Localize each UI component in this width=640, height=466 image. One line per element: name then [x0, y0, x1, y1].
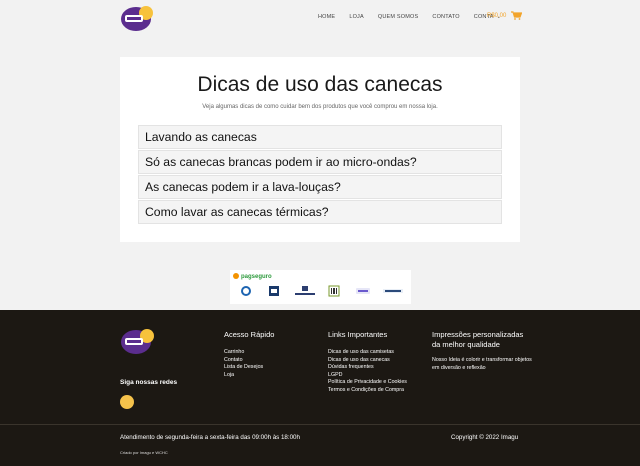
pagseguro-logo: pagseguro [233, 273, 272, 280]
accordion-item[interactable]: Só as canecas brancas podem ir ao micro-… [138, 150, 502, 174]
business-hours: Atendimento de segunda-feira a sexta-fei… [120, 434, 300, 441]
nav-home[interactable]: Home [318, 14, 335, 20]
footer-link[interactable]: LGPD [328, 372, 407, 380]
payment-methods: pagseguro [230, 270, 411, 304]
card-logo [269, 286, 279, 296]
footer-about: Impressões personalizadas da melhor qual… [432, 330, 532, 372]
page-subtitle: Veja algumas dicas de como cuidar bem do… [202, 104, 438, 110]
footer-logo[interactable] [120, 326, 155, 355]
pagseguro-label: pagseguro [241, 274, 272, 280]
footer-col-title: Links Importantes [328, 330, 388, 339]
follow-heading: Siga nossas redes [120, 379, 178, 386]
site-header: Home Loja Quem Somos Contato Conta ⌄ R$0,… [0, 0, 640, 38]
footer-link[interactable]: Política de Privacidade e Cookies [328, 379, 407, 387]
copyright: Copyright © 2022 Imagu [451, 434, 519, 441]
footer-quick-access: Acesso Rápido Carrinho Contato Lista de … [224, 330, 274, 379]
accordion-item[interactable]: Como lavar as canecas térmicas? [138, 200, 502, 224]
cart-total[interactable]: R$0,00 [487, 13, 506, 19]
footer-link[interactable]: Carrinho [224, 349, 274, 357]
nav-loja[interactable]: Loja [349, 14, 364, 20]
cart-icon[interactable] [511, 11, 522, 20]
accordion-item[interactable]: As canecas podem ir a lava-louças? [138, 175, 502, 199]
nav-quem-somos[interactable]: Quem Somos [378, 14, 419, 20]
logo[interactable] [120, 4, 154, 32]
footer-link[interactable]: Dicas de uso das camisetas [328, 349, 407, 357]
footer-link[interactable]: Dicas de uso das canecas [328, 357, 407, 365]
footer-link[interactable]: Lista de Desejos [224, 364, 274, 372]
footer-col-title: Acesso Rápido [224, 330, 275, 339]
social-icon[interactable] [120, 395, 134, 409]
footer-link[interactable]: Loja [224, 372, 274, 380]
main-nav: Home Loja Quem Somos Contato Conta ⌄ [318, 14, 501, 20]
footer-link[interactable]: Contato [224, 357, 274, 365]
page-title: Dicas de uso das canecas [197, 73, 443, 96]
boleto-logo [328, 285, 340, 297]
footer-important-links: Links Importantes Dicas de uso das camis… [328, 330, 407, 395]
content-card: Dicas de uso das canecas Veja algumas di… [120, 57, 520, 242]
footer-link[interactable]: Termos e Condições de Compra [328, 387, 407, 395]
footer-credit: Criado por Imagu e WCHC [120, 450, 168, 455]
amex-logo [383, 289, 403, 293]
footer-divider [0, 424, 640, 425]
elo-logo [356, 288, 370, 294]
footer-col-title: Impressões personalizadas da melhor qual… [432, 330, 524, 349]
nav-contato[interactable]: Contato [432, 14, 459, 20]
diners-logo [241, 286, 251, 296]
accordion-item[interactable]: Lavando as canecas [138, 125, 502, 149]
site-footer: Siga nossas redes Acesso Rápido Carrinho… [0, 310, 640, 466]
footer-link[interactable]: Dúvidas frequentes [328, 364, 407, 372]
bank-logo [295, 286, 315, 295]
footer-about-text: Nosso Ideia é colorir e transformar obje… [432, 357, 532, 371]
